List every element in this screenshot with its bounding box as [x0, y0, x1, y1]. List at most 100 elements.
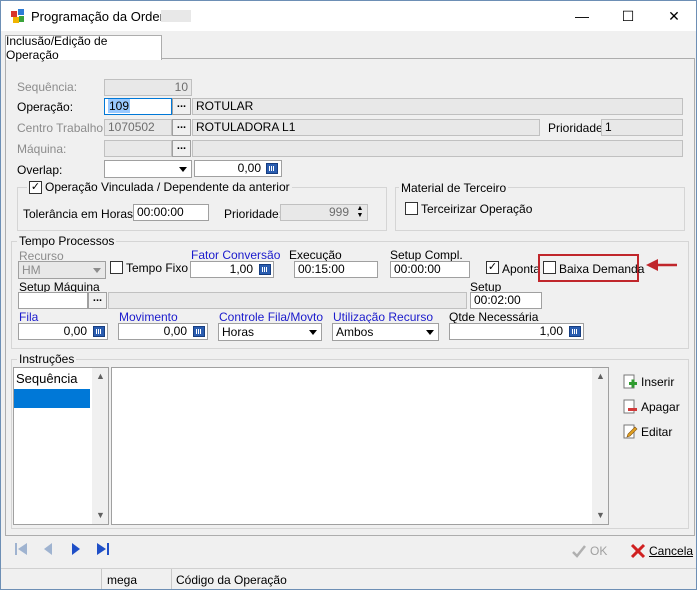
dialog-window: Programação da Ordem — ☐ ✕ Inclusão/Ediç…: [0, 0, 697, 590]
inserir-button[interactable]: Inserir: [622, 374, 674, 390]
cancela-button[interactable]: Cancela: [630, 543, 693, 559]
setup-maquina-desc-field: [108, 292, 467, 309]
title-redacted: [161, 10, 191, 22]
ok-label: OK: [590, 544, 608, 558]
centro-trabalho-desc-field: ROTULADORA L1: [192, 119, 540, 136]
utilizacao-recurso-select[interactable]: Ambos: [332, 323, 439, 341]
scroll-down-icon[interactable]: ▼: [592, 507, 609, 524]
close-button[interactable]: ✕: [651, 1, 696, 31]
app-icon: [11, 9, 24, 23]
terceiro-title: Material de Terceiro: [399, 181, 509, 195]
calculator-icon[interactable]: [93, 326, 105, 337]
utilizacao-recurso-value: Ambos: [336, 325, 374, 339]
execucao-field[interactable]: 00:15:00: [294, 261, 378, 278]
status-user: mega: [107, 573, 138, 587]
setup-field[interactable]: 00:02:00: [470, 292, 542, 309]
chevron-down-icon: [179, 167, 187, 172]
calculator-icon[interactable]: [569, 326, 581, 337]
setup-maquina-lookup-button[interactable]: ...: [88, 292, 107, 309]
editar-label: Editar: [641, 425, 673, 439]
maximize-button[interactable]: ☐: [605, 1, 651, 31]
movimento-label[interactable]: Movimento: [119, 310, 178, 324]
scroll-up-icon[interactable]: ▲: [92, 368, 109, 385]
prioridade-label: Prioridade:: [548, 121, 607, 135]
status-bar: mega Código da Operação: [1, 568, 696, 589]
title-bar: Programação da Ordem — ☐ ✕: [1, 1, 696, 31]
terceirizar-label: Terceirizar Operação: [421, 202, 533, 216]
tolerancia-field[interactable]: 00:00:00: [133, 204, 209, 221]
tab-inclusao-edicao[interactable]: Inclusão/Edição de Operação: [5, 34, 162, 62]
overlap-select[interactable]: [104, 160, 192, 178]
terceirizar-checkbox[interactable]: [405, 202, 418, 215]
scroll-down-icon[interactable]: ▼: [92, 507, 109, 524]
qtde-necessaria-field[interactable]: 1,00: [449, 323, 584, 340]
overlap-label: Overlap:: [17, 163, 63, 177]
centro-lookup-button[interactable]: ...: [172, 119, 191, 136]
window-title: Programação da Ordem: [31, 9, 171, 24]
aponta-checkbox[interactable]: ✓: [486, 261, 499, 274]
operacao-desc-field: ROTULAR: [192, 98, 683, 115]
fila-label[interactable]: Fila: [19, 310, 38, 324]
setup-compl-field[interactable]: 00:00:00: [390, 261, 470, 278]
chevron-down-icon: [309, 330, 317, 335]
calculator-icon[interactable]: [193, 326, 205, 337]
instrucoes-scrollbar[interactable]: ▲ ▼: [592, 368, 608, 524]
arrow-left-icon: [646, 259, 677, 271]
operacao-code-field[interactable]: 109: [104, 98, 172, 115]
sequencia-scrollbar[interactable]: ▲ ▼: [92, 368, 108, 524]
last-record-icon[interactable]: [96, 542, 110, 556]
execucao-label: Execução: [289, 248, 342, 262]
maquina-label: Máquina:: [17, 142, 67, 156]
fator-conversao-label[interactable]: Fator Conversão: [191, 248, 280, 262]
maximize-icon: ☐: [621, 7, 635, 24]
cancel-icon: [630, 543, 646, 559]
previous-record-icon[interactable]: [41, 542, 55, 556]
tolerancia-label: Tolerância em Horas:: [23, 207, 137, 221]
close-icon: ✕: [668, 7, 680, 24]
operacao-code-text: 109: [108, 99, 131, 113]
tab-label: Inclusão/Edição de Operação: [6, 34, 108, 62]
checkmark-icon: [572, 545, 586, 558]
spinner-icon[interactable]: ▲ ▼: [354, 205, 366, 220]
editar-button[interactable]: Editar: [622, 424, 672, 440]
instrucoes-text-area[interactable]: ▲ ▼: [111, 367, 609, 525]
chevron-down-icon: [93, 268, 101, 273]
apagar-label: Apagar: [641, 400, 680, 414]
edit-icon: [623, 424, 638, 439]
list-item-selected[interactable]: [14, 389, 90, 408]
controle-fila-select[interactable]: Horas: [218, 323, 322, 341]
ok-button[interactable]: OK: [571, 543, 607, 559]
maquina-lookup-button[interactable]: ...: [172, 140, 191, 157]
controle-fila-value: Horas: [222, 325, 255, 339]
tempo-fixo-label: Tempo Fixo: [126, 261, 189, 275]
apagar-button[interactable]: Apagar: [622, 399, 680, 415]
operacao-lookup-button[interactable]: ...: [172, 98, 191, 115]
first-record-icon[interactable]: [14, 542, 28, 556]
calculator-icon[interactable]: [259, 264, 271, 275]
minimize-button[interactable]: —: [559, 1, 605, 31]
controle-fila-label[interactable]: Controle Fila/Movto: [219, 310, 323, 324]
inserir-label: Inserir: [641, 375, 675, 389]
chevron-down-icon: [426, 330, 434, 335]
calculator-icon[interactable]: [266, 163, 278, 174]
utilizacao-recurso-label[interactable]: Utilização Recurso: [333, 310, 433, 324]
tempo-fixo-checkbox[interactable]: [110, 261, 123, 274]
centro-trabalho-code-field: 1070502: [104, 119, 172, 136]
next-record-icon[interactable]: [69, 542, 83, 556]
vinculada-prioridade-label: Prioridade:: [224, 207, 283, 221]
setup-compl-label: Setup Compl.: [390, 248, 463, 262]
baixa-demanda-checkbox[interactable]: [543, 261, 556, 274]
vinculada-checkbox[interactable]: ✓: [29, 180, 42, 194]
scroll-up-icon[interactable]: ▲: [592, 368, 609, 385]
tempo-processos-title: Tempo Processos: [17, 234, 117, 248]
sequencia-label: Sequência:: [17, 80, 78, 94]
vinculada-label: Operação Vinculada / Dependente da anter…: [45, 180, 290, 194]
maquina-code-field: [104, 140, 172, 157]
delete-icon: [623, 399, 637, 414]
setup-maquina-field[interactable]: [18, 292, 88, 309]
prioridade-field: 1: [601, 119, 683, 136]
sequencia-list[interactable]: Sequência ▲ ▼: [13, 367, 109, 525]
sequencia-column-header: Sequência: [16, 371, 78, 386]
centro-trabalho-label: Centro Trabalho:: [17, 121, 107, 135]
qtde-necessaria-label: Qtde Necessária: [449, 310, 539, 324]
